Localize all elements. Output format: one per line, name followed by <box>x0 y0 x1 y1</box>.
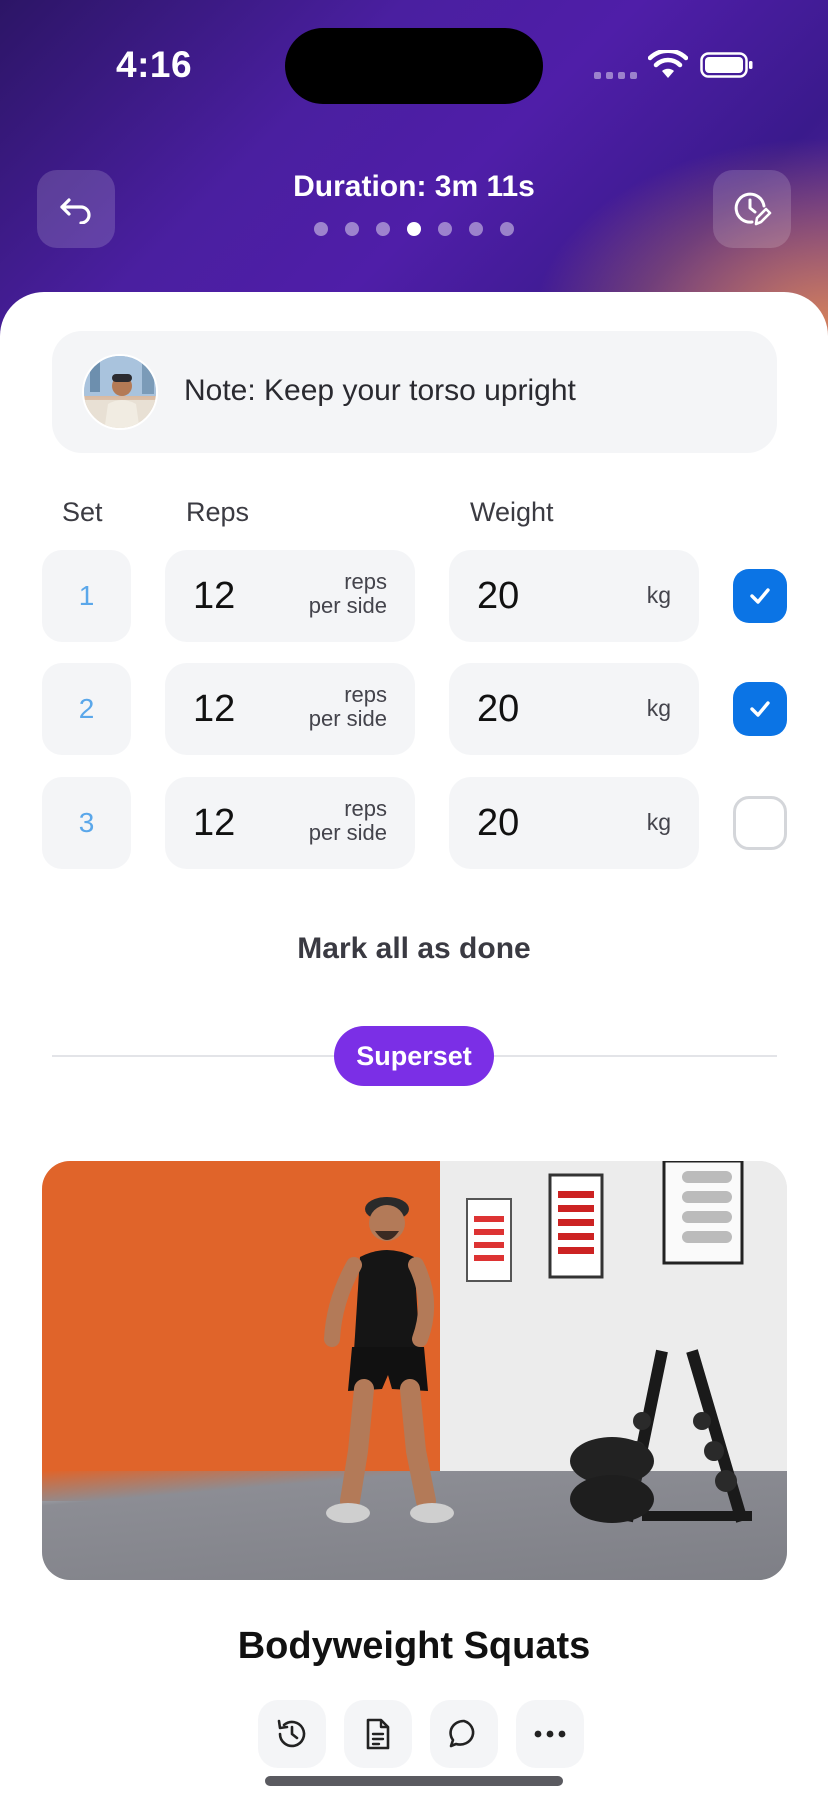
reps-input[interactable]: 12 reps per side <box>165 663 415 755</box>
page-dot[interactable] <box>500 222 514 236</box>
notes-icon <box>366 1718 390 1750</box>
weight-value: 20 <box>477 688 520 730</box>
set-done-checkbox[interactable] <box>733 569 787 623</box>
reps-unit: reps per side <box>308 796 387 845</box>
page-dot[interactable] <box>376 222 390 236</box>
set-number[interactable]: 1 <box>42 550 131 642</box>
checkmark-icon <box>750 588 770 604</box>
column-header-reps: Reps <box>186 497 250 527</box>
notes-button[interactable] <box>344 1700 412 1768</box>
page-dot[interactable] <box>438 222 452 236</box>
reps-value: 12 <box>193 575 236 617</box>
reps-value: 12 <box>193 688 236 730</box>
edit-timer-button[interactable] <box>713 170 791 248</box>
reps-unit: reps per side <box>308 569 387 618</box>
column-header-set: Set <box>62 497 103 527</box>
home-indicator <box>265 1776 563 1786</box>
reps-value: 12 <box>193 802 236 844</box>
more-button[interactable] <box>516 1700 584 1768</box>
weight-input[interactable]: 20 kg <box>449 777 699 869</box>
workout-duration: Duration: 3m 11s <box>293 170 535 203</box>
weight-unit: kg <box>646 582 671 608</box>
coach-note: Note: Keep your torso upright <box>52 331 777 453</box>
history-button[interactable] <box>258 1700 326 1768</box>
clock: 4:16 <box>116 44 193 85</box>
set-row: 2 12 reps per side 20 kg <box>0 663 828 755</box>
page-dot[interactable] <box>345 222 359 236</box>
weight-unit: kg <box>646 695 671 721</box>
set-row: 3 12 reps per side 20 kg <box>0 777 828 869</box>
history-icon <box>277 1719 306 1748</box>
set-done-checkbox[interactable] <box>733 682 787 736</box>
set-number[interactable]: 2 <box>42 663 131 755</box>
page-indicator <box>0 222 828 236</box>
exercise-video-frame <box>324 1161 752 1523</box>
cellular-signal-icon <box>594 72 637 79</box>
wifi-icon <box>648 50 688 78</box>
page-dot-active[interactable] <box>407 222 421 236</box>
exercise-title: Bodyweight Squats <box>237 1625 591 1667</box>
status-bar: 4:16 <box>0 0 828 130</box>
exercise-actions <box>258 1700 584 1768</box>
set-done-checkbox[interactable] <box>733 796 787 850</box>
more-icon <box>534 1730 566 1738</box>
set-row: 1 12 reps per side 20 kg <box>0 550 828 642</box>
weight-input[interactable]: 20 kg <box>449 663 699 755</box>
reps-unit: reps per side <box>308 682 387 731</box>
coach-avatar <box>82 354 158 430</box>
weight-unit: kg <box>646 809 671 835</box>
set-number[interactable]: 3 <box>42 777 131 869</box>
note-text: Note: Keep your torso upright <box>184 374 576 407</box>
battery-icon <box>700 52 753 78</box>
superset-badge: Superset <box>334 1026 494 1086</box>
page-dot[interactable] <box>469 222 483 236</box>
weight-input[interactable]: 20 kg <box>449 550 699 642</box>
dynamic-island <box>285 28 543 104</box>
exercise-video[interactable] <box>42 1161 787 1580</box>
weight-value: 20 <box>477 802 520 844</box>
comment-button[interactable] <box>430 1700 498 1768</box>
clock-edit-icon <box>734 192 772 226</box>
column-header-weight: Weight <box>470 497 554 527</box>
reps-input[interactable]: 12 reps per side <box>165 550 415 642</box>
comment-icon <box>449 1719 475 1748</box>
reps-input[interactable]: 12 reps per side <box>165 777 415 869</box>
mark-all-done-button[interactable]: Mark all as done <box>0 932 828 966</box>
weight-value: 20 <box>477 575 520 617</box>
checkmark-icon <box>750 701 770 717</box>
page-dot[interactable] <box>314 222 328 236</box>
